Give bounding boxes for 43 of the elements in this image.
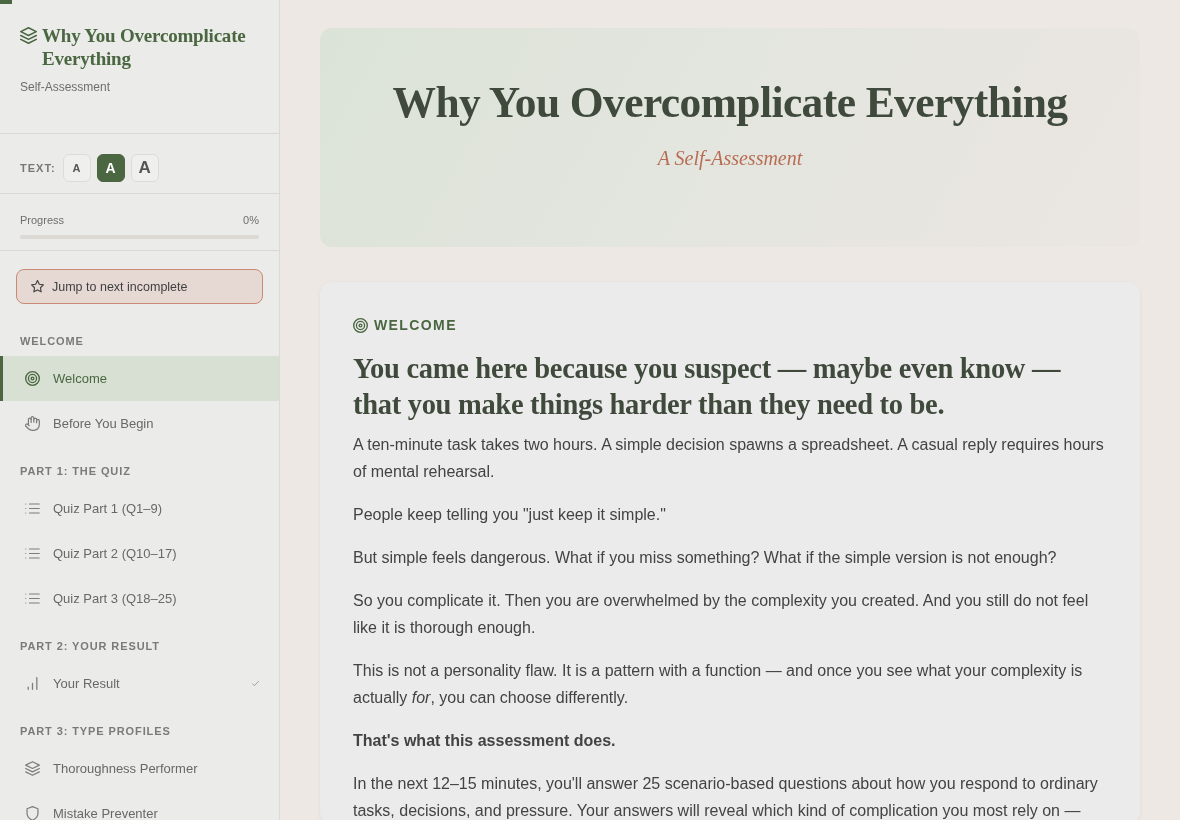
list-icon (25, 548, 40, 559)
text-size-button[interactable]: A (130, 153, 159, 182)
nav-item[interactable]: Mistake Preventer (0, 791, 279, 820)
bar-chart-icon (27, 677, 38, 690)
text-size-label: TEXT: (20, 161, 56, 174)
layers-icon (20, 27, 37, 44)
paragraph: People keep telling you "just keep it simple." (353, 505, 667, 525)
nav-item[interactable]: Your Result (0, 661, 279, 706)
shield-icon (25, 806, 40, 820)
nav-item[interactable]: Before You Begin (0, 401, 279, 446)
progress-percent: 0% (243, 213, 259, 227)
list-icon (25, 503, 40, 514)
sidebar-title: Why You Overcomplicate Everything (42, 24, 247, 70)
paragraph: So you complicate it. Then you are overwhelmed by the complexity you created. And you still do not feel like it is thorough enough. (353, 591, 1090, 638)
nav-section-heading: PART 2: YOUR RESULT (19, 639, 161, 654)
layers-icon (25, 761, 40, 776)
paragraph: That's what this assessment does. (353, 731, 617, 751)
target-icon (25, 371, 40, 386)
nav-section-heading: PART 1: THE QUIZ (19, 464, 132, 479)
text-size-button[interactable]: A (96, 153, 125, 182)
nav-item[interactable]: Quiz Part 1 (Q1–9) (0, 486, 279, 531)
nav-section-heading: WELCOME (19, 334, 85, 349)
nav-item[interactable]: Quiz Part 3 (Q18–25) (0, 576, 279, 621)
jump-to-next-button[interactable]: Jump to next incomplete (16, 269, 263, 304)
nav-item[interactable]: Welcome (0, 356, 279, 401)
text-size-button[interactable]: A (62, 153, 91, 182)
sidebar-subtitle: Self-Assessment (20, 80, 112, 94)
target-icon (353, 317, 368, 333)
paragraph: But simple feels dangerous. What if you miss something? What if the simple version is not enough? (353, 548, 1058, 568)
paragraph: This is not a personality flaw. It is a pattern with a function — and once you see what your complexity is actually for, you can choose differently. (353, 661, 1084, 708)
progress-label: Progress (20, 213, 65, 227)
nav-item[interactable]: Thoroughness Performer (0, 746, 279, 791)
hand-icon (25, 416, 40, 431)
nav-item[interactable]: Quiz Part 2 (Q10–17) (0, 531, 279, 576)
section-label: WELCOME (374, 317, 457, 333)
nav-section-heading: PART 3: TYPE PROFILES (19, 724, 172, 739)
list-icon (25, 593, 40, 604)
page-subtitle: A Self-Assessment (656, 147, 804, 170)
star-icon (31, 280, 44, 293)
page-title: Why You Overcomplicate Everything (391, 77, 1069, 128)
section-heading: You came here because you suspect — maybe even know — that you make things harder than they need to be. (353, 352, 1062, 422)
paragraph: In the next 12–15 minutes, you'll answer 25 scenario-based questions about how you respond to ordinary tasks, decisions, and pressure. Your answers will reveal which kind of complication you most rely on — (353, 774, 1099, 820)
paragraph: A ten-minute task takes two hours. A simple decision spawns a spreadsheet. A casual reply requires hours of mental rehearsal. (353, 435, 1105, 482)
